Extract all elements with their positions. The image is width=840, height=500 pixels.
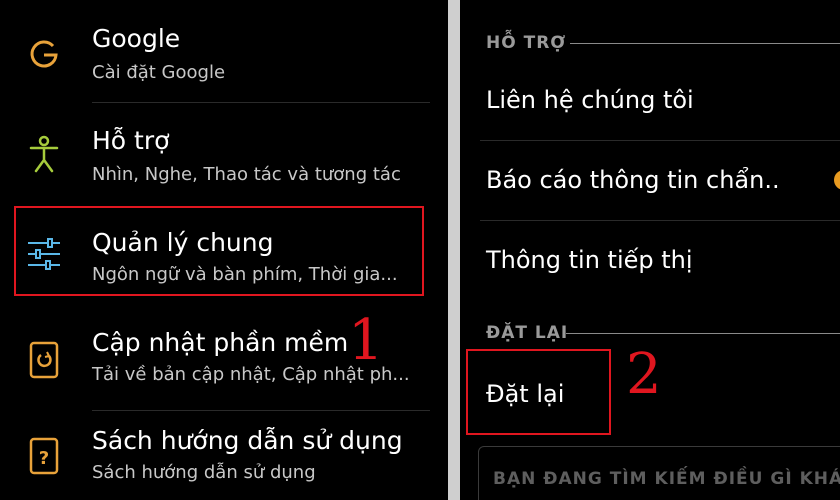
- settings-list-panel: Google Cài đặt Google Hỗ trợ Nhìn, Nghe,…: [0, 0, 448, 500]
- panel-divider: [448, 0, 460, 500]
- user-manual-icon: ?: [24, 436, 64, 476]
- divider: [92, 410, 430, 411]
- divider: [92, 102, 430, 103]
- divider: [480, 140, 840, 141]
- svg-text:?: ?: [39, 448, 49, 469]
- search-prompt-text: BẠN ĐANG TÌM KIẾM ĐIỀU GÌ KHÁC?: [493, 469, 840, 489]
- settings-item-subtitle: Cài đặt Google: [92, 62, 226, 83]
- section-line: [570, 43, 840, 44]
- section-header-reset: ĐẶT LẠI: [486, 323, 569, 343]
- settings-item-support[interactable]: Hỗ trợ Nhìn, Nghe, Thao tác và tương tác: [0, 104, 448, 202]
- settings-item-subtitle: Sách hướng dẫn sử dụng: [92, 462, 316, 483]
- divider: [480, 220, 840, 221]
- settings-item-user-manual[interactable]: ? Sách hướng dẫn sử dụng Sách hướng dẫn …: [0, 412, 448, 500]
- google-g-icon: [24, 34, 64, 74]
- search-suggestion-box[interactable]: BẠN ĐANG TÌM KIẾM ĐIỀU GÌ KHÁC?: [478, 446, 840, 500]
- general-settings-panel: HỖ TRỢ Liên hệ chúng tôi Báo cáo thông t…: [460, 0, 840, 500]
- settings-item-google[interactable]: Google Cài đặt Google: [0, 0, 448, 98]
- step-number-1: 1: [348, 308, 384, 373]
- settings-item-title: Cập nhật phần mềm: [92, 328, 349, 357]
- settings-item-title: Hỗ trợ: [92, 126, 170, 155]
- settings-item-subtitle: Nhìn, Nghe, Thao tác và tương tác: [92, 164, 401, 185]
- menu-item-diagnostic-report[interactable]: Báo cáo thông tin chẩn..: [486, 166, 780, 194]
- step-number-2: 2: [626, 342, 662, 407]
- accessibility-person-icon: [24, 134, 64, 174]
- section-header-support: HỖ TRỢ: [486, 33, 567, 53]
- toggle-indicator[interactable]: [834, 170, 840, 190]
- highlight-box-step-2: [466, 349, 611, 435]
- section-line: [566, 333, 840, 334]
- settings-item-title: Sách hướng dẫn sử dụng: [92, 426, 403, 455]
- settings-item-title: Google: [92, 24, 181, 53]
- menu-item-marketing-info[interactable]: Thông tin tiếp thị: [486, 246, 693, 274]
- menu-item-contact-us[interactable]: Liên hệ chúng tôi: [486, 86, 694, 114]
- software-update-icon: [24, 340, 64, 380]
- highlight-box-step-1: [14, 206, 424, 296]
